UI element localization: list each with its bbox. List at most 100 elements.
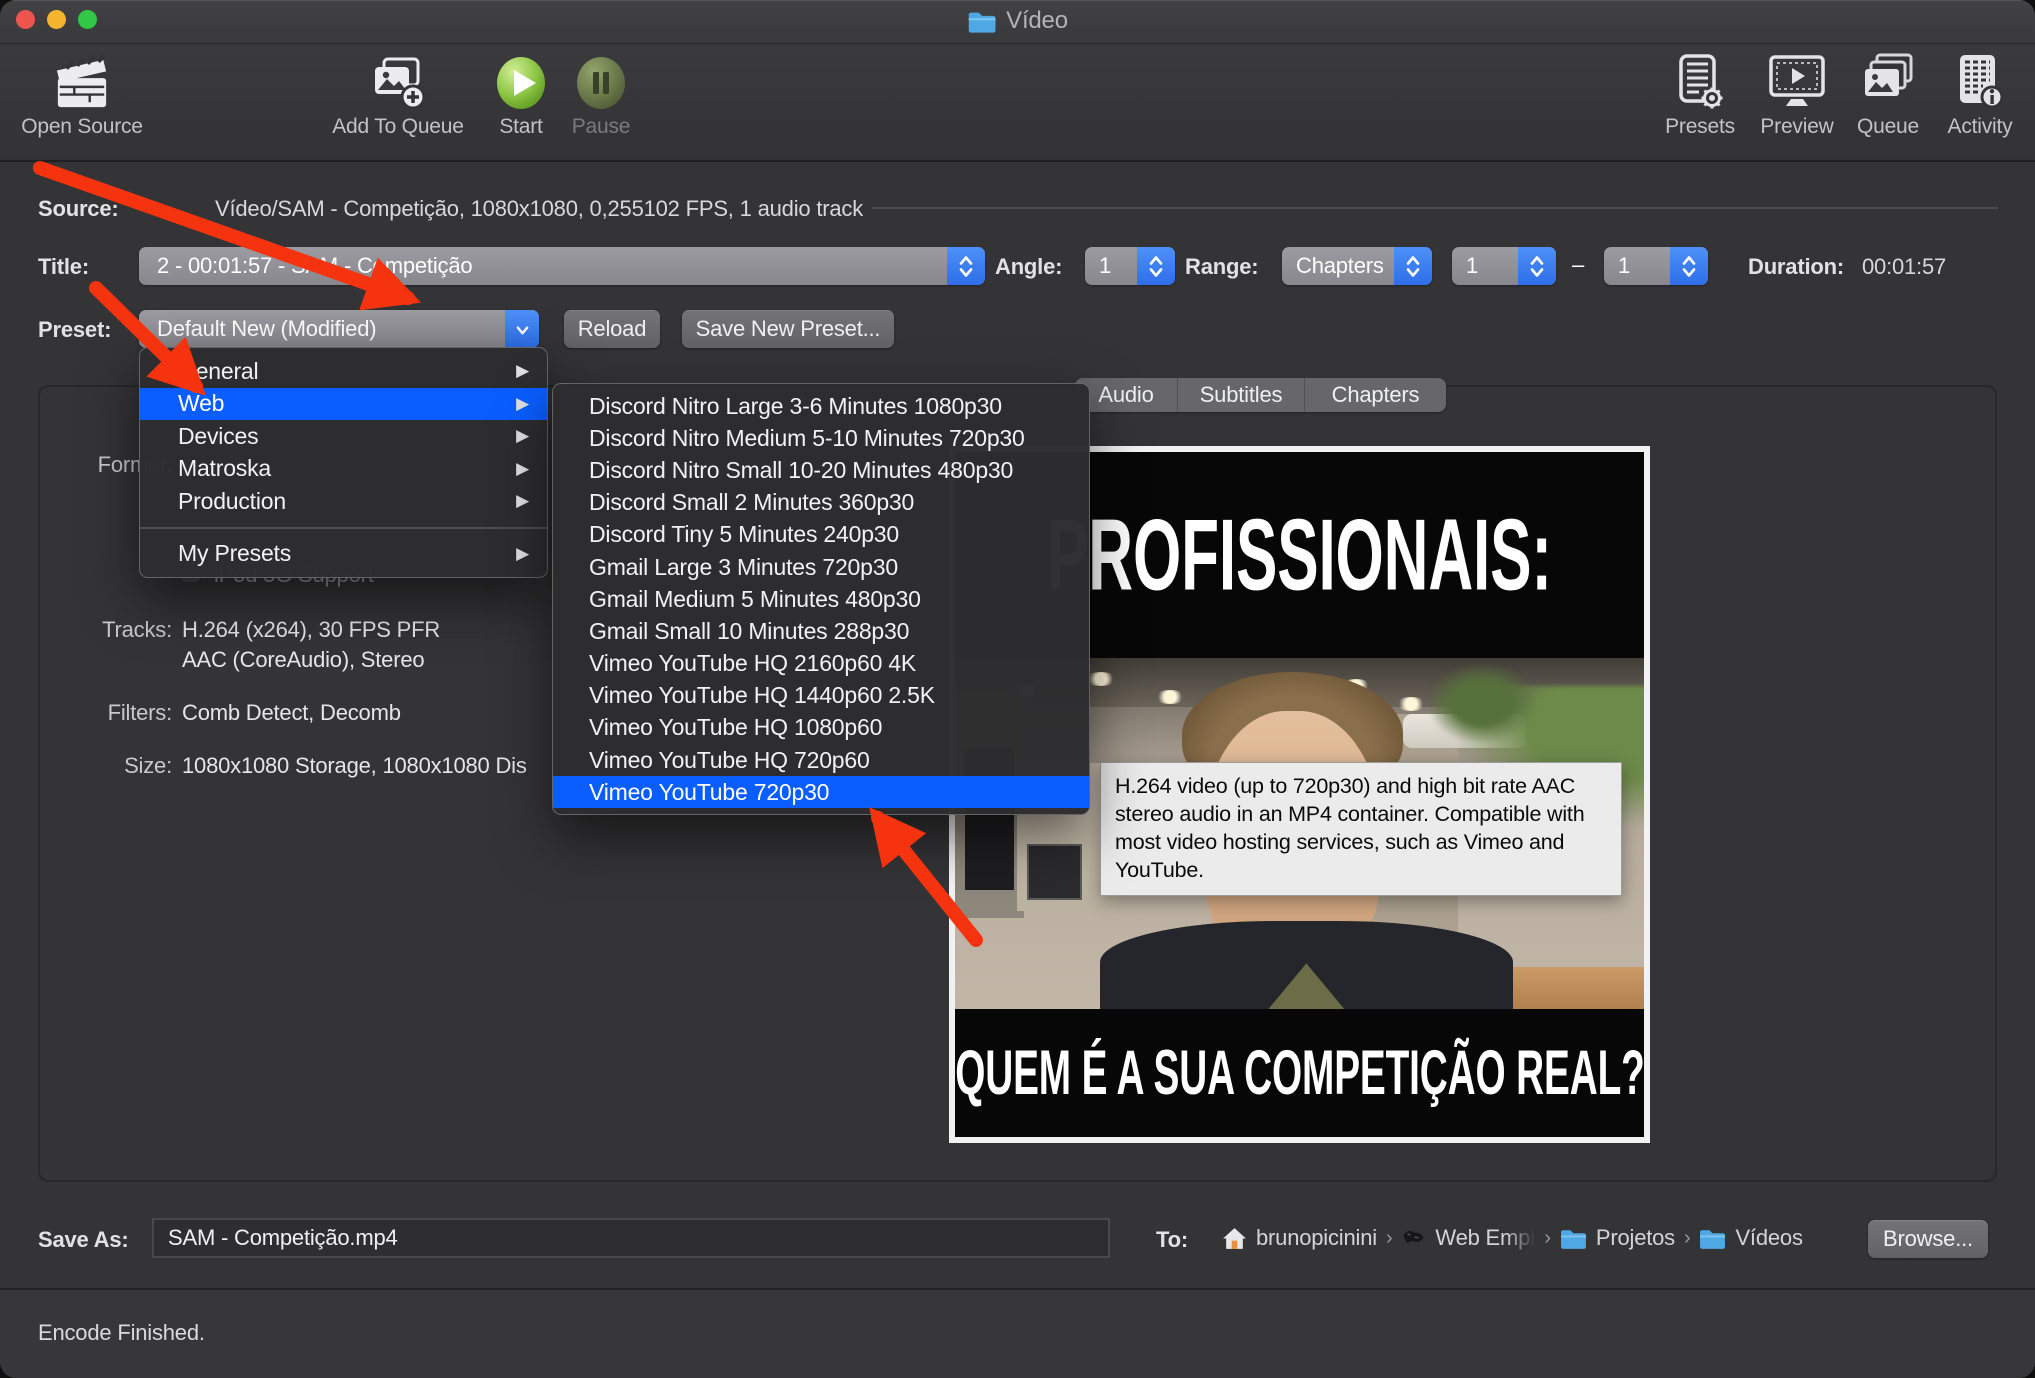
photo-light [1086, 672, 1116, 686]
angle-value: 1 [1085, 253, 1137, 279]
start-button[interactable]: Start [481, 55, 561, 139]
filename-field[interactable]: SAM - Competição.mp4 [152, 1218, 1110, 1258]
activity-button[interactable]: Activity [1910, 53, 2035, 139]
menu-item-label: General [178, 358, 258, 385]
menu-item-production[interactable]: Production ▶ [140, 485, 547, 518]
status-text: Encode Finished. [38, 1320, 205, 1346]
range-type-popup[interactable]: Chapters [1282, 247, 1432, 285]
submenu-item-selected[interactable]: Vimeo YouTube 720p30 [553, 776, 1089, 808]
toolbar-label: Pause [572, 115, 631, 139]
presets-icon [1672, 53, 1728, 111]
range-end-value: 1 [1604, 253, 1670, 279]
size-value: 1080x1080 Storage, 1080x1080 Dis [182, 753, 527, 779]
window-title: Vídeo [1006, 7, 1068, 35]
menu-item-label: Web [178, 390, 224, 417]
chevron-updown-icon [1394, 247, 1432, 285]
submenu-item[interactable]: Vimeo YouTube HQ 2160p60 4K [553, 648, 1089, 680]
duration-label: Duration: [1748, 254, 1844, 280]
submenu-item[interactable]: Discord Nitro Small 10-20 Minutes 480p30 [553, 454, 1089, 486]
toolbar-label: Presets [1665, 115, 1735, 139]
range-start-value: 1 [1452, 253, 1518, 279]
chevron-updown-icon [1670, 247, 1708, 285]
preset-popup-value: Default New (Modified) [139, 316, 505, 342]
zoom-button[interactable] [78, 10, 97, 29]
open-source-button[interactable]: Open Source [12, 55, 152, 139]
source-value: Vídeo/SAM - Competição, 1080x1080, 0,255… [215, 196, 863, 222]
chevron-updown-icon [947, 247, 985, 285]
tab-subtitles[interactable]: Subtitles [1178, 378, 1305, 412]
menu-item-matroska[interactable]: Matroska ▶ [140, 453, 547, 486]
filename-value: SAM - Competição.mp4 [168, 1225, 398, 1251]
chevron-down-icon [505, 310, 539, 348]
preset-popup[interactable]: Default New (Modified) [139, 310, 539, 348]
range-start-stepper[interactable]: 1 [1452, 247, 1556, 285]
breadcrumb-separator: › [1684, 1227, 1690, 1250]
menu-item-general[interactable]: General ▶ [140, 355, 547, 388]
web-submenu: Discord Nitro Large 3-6 Minutes 1080p30 … [552, 383, 1090, 815]
range-dash: – [1572, 252, 1584, 278]
submenu-arrow-icon: ▶ [516, 544, 529, 564]
titlebar: Vídeo [0, 0, 2035, 44]
title-popup[interactable]: 2 - 00:01:57 - SAM - Competição [139, 247, 985, 285]
submenu-item[interactable]: Discord Tiny 5 Minutes 240p30 [553, 519, 1089, 551]
breadcrumb-folder-videos[interactable]: Vídeos [1735, 1225, 1802, 1251]
angle-stepper[interactable]: 1 [1085, 247, 1175, 285]
save-new-preset-button[interactable]: Save New Preset... [682, 310, 894, 348]
breadcrumb-volume[interactable]: Web Empi [1435, 1225, 1535, 1251]
submenu-item[interactable]: Vimeo YouTube HQ 1440p60 2.5K [553, 680, 1089, 712]
save-as-label: Save As: [38, 1227, 129, 1253]
submenu-arrow-icon: ▶ [516, 426, 529, 446]
submenu-item[interactable]: Discord Nitro Large 3-6 Minutes 1080p30 [553, 390, 1089, 422]
size-label: Size: [60, 753, 172, 779]
tab-audio[interactable]: Audio [1075, 378, 1178, 412]
preset-label: Preset: [38, 317, 111, 343]
duration-value: 00:01:57 [1862, 254, 1946, 280]
preset-tooltip: H.264 video (up to 720p30) and high bit … [1100, 762, 1622, 896]
preview-top-caption: PROFISSIONAIS: [1047, 497, 1552, 614]
toolbar-label: Open Source [21, 115, 143, 139]
tab-chapters[interactable]: Chapters [1305, 378, 1446, 412]
minimize-button[interactable] [47, 10, 66, 29]
reload-button[interactable]: Reload [564, 310, 660, 348]
photo-oven [1027, 844, 1082, 900]
toolbar: Open Source Add To Queue Start [0, 45, 2035, 162]
start-icon [495, 55, 547, 111]
submenu-item[interactable]: Gmail Large 3 Minutes 720p30 [553, 551, 1089, 583]
submenu-item[interactable]: Discord Nitro Medium 5-10 Minutes 720p30 [553, 422, 1089, 454]
submenu-item[interactable]: Gmail Medium 5 Minutes 480p30 [553, 583, 1089, 615]
browse-button[interactable]: Browse... [1868, 1220, 1988, 1258]
preset-menu: General ▶ Web ▶ Devices ▶ Matroska ▶ Pro… [139, 347, 548, 578]
preview-bottom-caption: QUEM É A SUA COMPETIÇÃO REAL? [955, 1037, 1644, 1110]
close-button[interactable] [16, 10, 35, 29]
tracks-video-value: H.264 (x264), 30 FPS PFR [182, 617, 440, 643]
queue-icon [1859, 53, 1917, 111]
range-label: Range: [1185, 254, 1258, 280]
chevron-updown-icon [1518, 247, 1556, 285]
activity-icon [1954, 53, 2006, 111]
destination-breadcrumb: brunopicinini › Web Empi › Projetos › Ví… [1222, 1218, 1803, 1258]
submenu-item[interactable]: Gmail Small 10 Minutes 288p30 [553, 615, 1089, 647]
photo-plant [1430, 665, 1533, 742]
menu-item-label: Devices [178, 423, 258, 450]
menu-item-devices[interactable]: Devices ▶ [140, 420, 547, 453]
breadcrumb-separator: › [1544, 1227, 1550, 1250]
add-to-queue-button[interactable]: Add To Queue [328, 55, 468, 139]
submenu-item[interactable]: Vimeo YouTube HQ 1080p60 [553, 712, 1089, 744]
menu-item-web[interactable]: Web ▶ [140, 388, 547, 421]
submenu-arrow-icon: ▶ [516, 361, 529, 381]
submenu-item[interactable]: Vimeo YouTube HQ 720p60 [553, 744, 1089, 776]
source-label: Source: [38, 196, 119, 222]
title-popup-value: 2 - 00:01:57 - SAM - Competição [139, 253, 947, 279]
window-title-group: Vídeo [967, 7, 1068, 35]
clapperboard-icon [50, 55, 114, 111]
submenu-item[interactable]: Discord Small 2 Minutes 360p30 [553, 487, 1089, 519]
menu-item-my-presets[interactable]: My Presets ▶ [140, 538, 547, 571]
breadcrumb-home[interactable]: brunopicinini [1256, 1225, 1377, 1251]
to-label: To: [1156, 1227, 1188, 1253]
volume-icon [1401, 1228, 1426, 1248]
range-end-stepper[interactable]: 1 [1604, 247, 1708, 285]
menu-item-label: My Presets [178, 540, 291, 567]
pause-button[interactable]: Pause [561, 55, 641, 139]
toolbar-label: Activity [1948, 115, 2013, 139]
breadcrumb-folder-projetos[interactable]: Projetos [1596, 1225, 1675, 1251]
